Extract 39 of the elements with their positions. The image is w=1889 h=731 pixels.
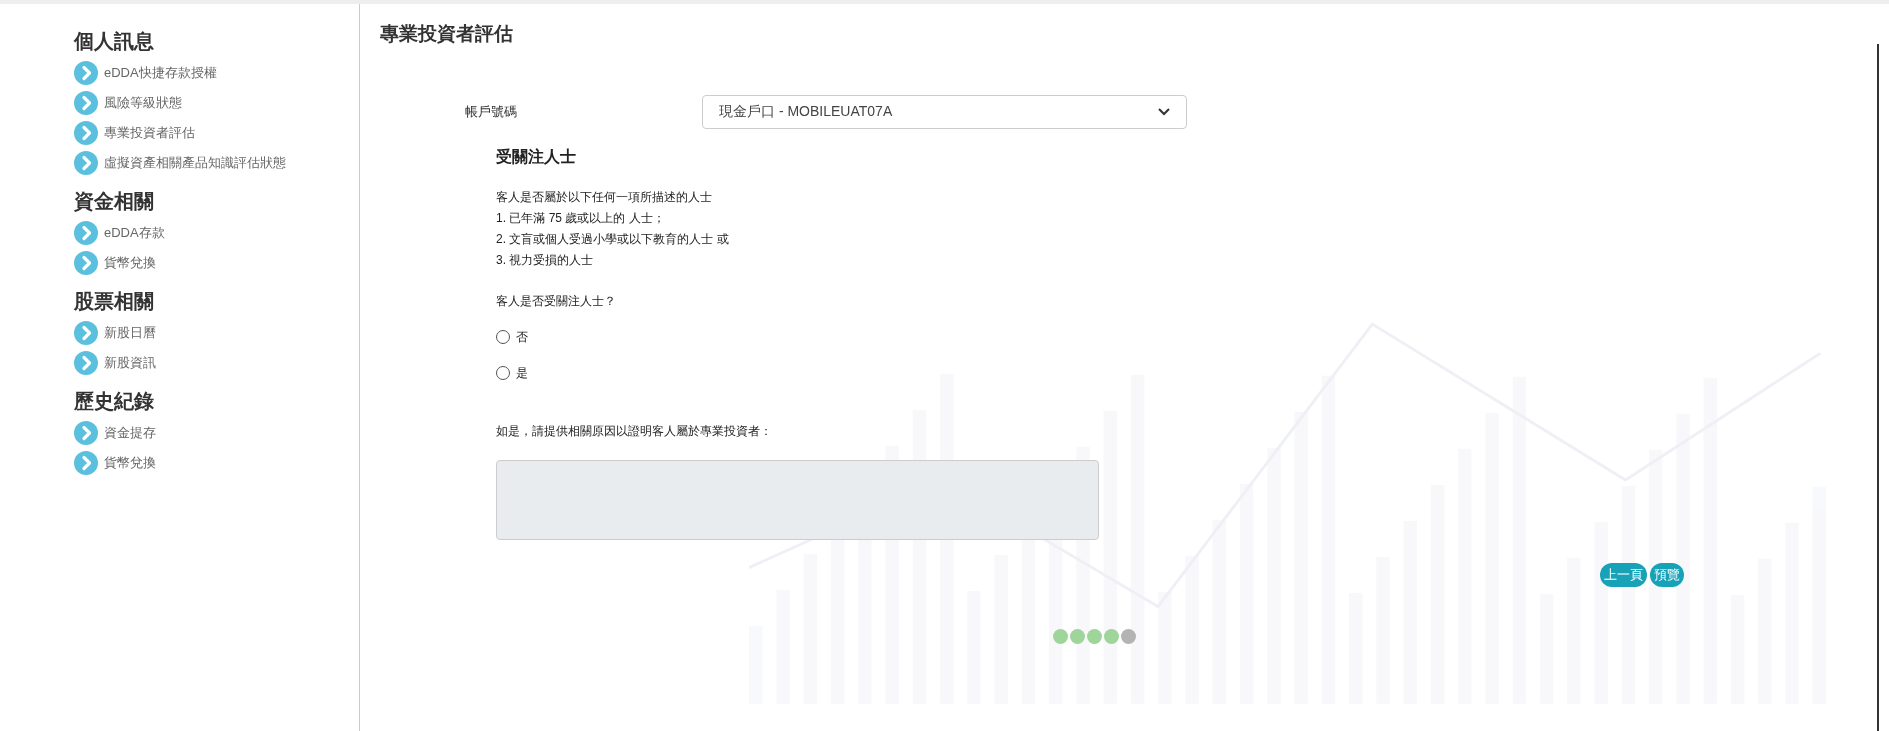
chevron-circle-icon xyxy=(74,91,98,115)
sidebar-link[interactable]: 風險等級狀態 xyxy=(74,88,359,118)
chevron-circle-icon xyxy=(74,421,98,445)
chevron-circle-icon xyxy=(74,251,98,275)
sidebar-link[interactable]: 專業投資者評估 xyxy=(74,118,359,148)
section-title: 受關注人士 xyxy=(496,146,577,167)
sidebar-link[interactable]: 貨幣兌換 xyxy=(74,448,359,478)
chevron-circle-icon xyxy=(74,151,98,175)
reason-label: 如是，請提供相關原因以證明客人屬於專業投資者： xyxy=(496,422,773,440)
description-line: 3. 視力受損的人士 xyxy=(496,251,595,269)
radio-button[interactable] xyxy=(496,329,510,344)
field-label: 帳戶號碼 xyxy=(465,102,518,121)
sidebar-link[interactable]: 新股日曆 xyxy=(74,318,359,348)
sidebar-link[interactable]: eDDA快捷存款授權 xyxy=(74,58,359,88)
chevron-circle-icon xyxy=(74,221,98,245)
description-line: 1. 已年滿 75 歲或以上的 人士； xyxy=(496,209,666,227)
section-heading: 個人訊息 xyxy=(74,29,155,54)
sidebar-link[interactable]: 資金提存 xyxy=(74,418,359,448)
question-text: 客人是否受關注人士？ xyxy=(496,292,617,310)
chevron-circle-icon xyxy=(74,121,98,145)
section-heading: 歷史紀錄 xyxy=(74,389,155,414)
chevron-circle-icon xyxy=(74,321,98,345)
description-line: 2. 文盲或個人受過小學或以下教育的人士 或 xyxy=(496,230,730,248)
chevron-circle-icon xyxy=(74,451,98,475)
sidebar-link[interactable]: 虛擬資產相關產品知識評估狀態 xyxy=(74,148,359,178)
page-title: 專業投資者評估 xyxy=(380,22,514,46)
sidebar-link[interactable]: 新股資訊 xyxy=(74,348,359,378)
chevron-circle-icon xyxy=(74,351,98,375)
radio-button[interactable] xyxy=(496,365,510,380)
section-heading: 資金相關 xyxy=(74,189,155,214)
option-label: 是 xyxy=(516,364,528,382)
sidebar-link[interactable]: eDDA存款 xyxy=(74,218,359,248)
account-select[interactable]: 現金戶口 - MOBILEUAT07A xyxy=(702,94,1187,129)
chevron-down-icon xyxy=(1158,107,1170,116)
option-label: 否 xyxy=(516,328,528,346)
description-line: 客人是否屬於以下任何一項所描述的人士 xyxy=(496,188,713,206)
sidebar-link[interactable]: 貨幣兌換 xyxy=(74,248,359,278)
chevron-circle-icon xyxy=(74,61,98,85)
section-heading: 股票相關 xyxy=(74,289,155,314)
